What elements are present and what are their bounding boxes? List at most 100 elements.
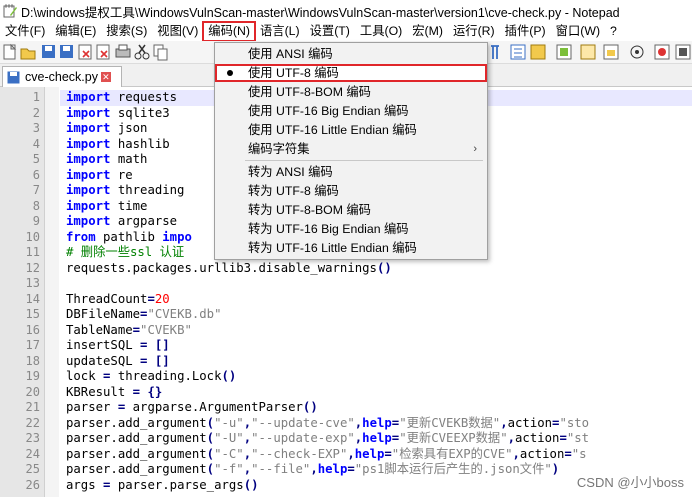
encoding-menu: 使用 ANSI 编码使用 UTF-8 编码使用 UTF-8-BOM 编码 使用 U… bbox=[214, 42, 488, 260]
fold-margin[interactable] bbox=[45, 87, 59, 497]
code-token: parser.add_argument bbox=[66, 431, 207, 445]
code-line[interactable]: TableName="CVEKB" bbox=[66, 323, 192, 339]
code-line[interactable]: # 删除一些ssl 认证 bbox=[66, 245, 184, 261]
menu-item-9[interactable]: 运行(R) bbox=[448, 22, 500, 41]
code-line[interactable]: requests.packages.urllib3.disable_warnin… bbox=[66, 261, 392, 277]
menu-item-12[interactable]: ? bbox=[605, 22, 622, 41]
code-line[interactable]: parser.add_argument("-C","--check-EXP",h… bbox=[66, 447, 587, 463]
encoding-menu-item-10[interactable]: 转为 UTF-16 Little Endian 编码 bbox=[215, 239, 487, 257]
code-token: [] bbox=[154, 338, 170, 352]
code-token: = bbox=[347, 462, 355, 476]
line-number: 9 bbox=[32, 214, 40, 228]
code-token: parser bbox=[66, 400, 118, 414]
encoding-menu-item-label: 转为 UTF-16 Little Endian 编码 bbox=[248, 241, 417, 255]
code-token: , bbox=[500, 415, 508, 430]
code-token: , bbox=[243, 431, 252, 445]
code-token: = bbox=[147, 291, 155, 306]
saved-file-icon bbox=[7, 71, 20, 83]
code-token: "sto bbox=[559, 415, 590, 430]
code-line[interactable]: DBFileName="CVEKB.db" bbox=[66, 307, 222, 323]
watermark: CSDN @小小boss bbox=[576, 475, 684, 490]
encoding-menu-item-8[interactable]: 转为 UTF-8-BOM 编码 bbox=[215, 201, 487, 219]
code-token: , bbox=[243, 462, 252, 476]
code-line[interactable]: import time bbox=[66, 199, 147, 215]
code-token: "-C" bbox=[214, 446, 244, 461]
line-number: 14 bbox=[25, 291, 40, 306]
code-token: "--update-exp" bbox=[251, 431, 355, 445]
encoding-menu-item-label: 编码字符集 bbox=[248, 142, 310, 156]
encoding-menu-item-4[interactable]: 使用 UTF-16 Little Endian 编码 bbox=[215, 121, 487, 139]
encoding-menu-item-1[interactable]: 使用 UTF-8 编码 bbox=[215, 64, 487, 82]
code-token: # 删除一些ssl 认证 bbox=[66, 245, 185, 259]
code-token: parser.add_argument bbox=[66, 462, 207, 476]
code-token: TableName bbox=[66, 322, 133, 337]
code-line[interactable]: import threading bbox=[66, 183, 184, 199]
code-token: impo bbox=[162, 229, 192, 244]
menu-item-8[interactable]: 宏(M) bbox=[407, 22, 448, 41]
encoding-menu-item-0[interactable]: 使用 ANSI 编码 bbox=[215, 45, 487, 63]
encoding-menu-item-3[interactable]: 使用 UTF-16 Big Endian 编码 bbox=[215, 102, 487, 120]
code-line[interactable]: import math bbox=[66, 152, 147, 168]
code-line[interactable]: args = parser.parse_args() bbox=[66, 478, 259, 494]
menu-item-10[interactable]: 插件(P) bbox=[500, 22, 551, 41]
code-line[interactable]: parser.add_argument("-u","--update-cve",… bbox=[66, 416, 589, 432]
menu-item-6[interactable]: 设置(T) bbox=[305, 22, 355, 41]
code-token: action bbox=[515, 431, 560, 445]
code-token: () bbox=[221, 369, 237, 383]
line-number: 12 bbox=[25, 260, 40, 275]
menu-item-11[interactable]: 窗口(W) bbox=[551, 22, 605, 41]
code-line[interactable]: from pathlib impo bbox=[66, 230, 192, 246]
line-number: 15 bbox=[25, 307, 40, 321]
new-file-icon bbox=[3, 43, 17, 60]
encoding-menu-item-7[interactable]: 转为 UTF-8 编码 bbox=[215, 182, 487, 200]
encoding-menu-item-label: 转为 ANSI 编码 bbox=[248, 165, 333, 179]
code-line[interactable]: parser = argparse.ArgumentParser() bbox=[66, 400, 318, 416]
code-line[interactable]: import re bbox=[66, 168, 133, 184]
code-line[interactable]: updateSQL = [] bbox=[66, 354, 170, 370]
menu-item-2[interactable]: 搜索(S) bbox=[101, 22, 152, 41]
code-line[interactable]: import hashlib bbox=[66, 137, 170, 153]
close-all-icon bbox=[96, 44, 110, 60]
tab-cve-check[interactable]: cve-check.py ✕ bbox=[2, 66, 122, 87]
code-line[interactable]: ThreadCount=20 bbox=[66, 292, 170, 308]
code-line[interactable]: insertSQL = [] bbox=[66, 338, 170, 354]
code-line[interactable]: import argparse bbox=[66, 214, 177, 230]
code-token: help bbox=[354, 446, 385, 461]
code-token: "--check-EXP" bbox=[251, 446, 348, 461]
code-token: () bbox=[243, 477, 259, 492]
code-line[interactable]: parser.add_argument("-U","--update-exp",… bbox=[66, 431, 589, 447]
encoding-menu-item-6[interactable]: 转为 ANSI 编码 bbox=[215, 163, 487, 181]
code-token: help bbox=[317, 462, 348, 476]
code-line[interactable]: KBResult = {} bbox=[66, 385, 162, 401]
save-all-icon bbox=[60, 45, 73, 58]
code-token: ( bbox=[206, 415, 215, 430]
menu-item-1[interactable]: 编辑(E) bbox=[50, 22, 101, 41]
code-token: "CVEKB" bbox=[140, 322, 192, 337]
code-line[interactable]: parser.add_argument("-f","--file",help="… bbox=[66, 462, 559, 478]
code-token: ThreadCount bbox=[66, 291, 148, 306]
code-line[interactable]: import sqlite3 bbox=[66, 106, 170, 122]
code-token: ( bbox=[206, 446, 215, 461]
code-token: insertSQL bbox=[66, 338, 141, 352]
encoding-menu-item-9[interactable]: 转为 UTF-16 Big Endian 编码 bbox=[215, 220, 487, 238]
encoding-menu-item-5[interactable]: 编码字符集 › bbox=[215, 140, 487, 158]
folder-workspace-icon bbox=[603, 44, 619, 60]
encoding-menu-item-2[interactable]: 使用 UTF-8-BOM 编码 bbox=[215, 83, 487, 101]
copy-icon bbox=[153, 44, 168, 61]
encoding-menu-item-label: 使用 UTF-8 编码 bbox=[248, 66, 339, 80]
tab-close-icon[interactable]: ✕ bbox=[100, 72, 111, 82]
menu-item-5[interactable]: 语言(L) bbox=[255, 22, 305, 41]
code-token: "-u" bbox=[214, 415, 244, 430]
menu-item-4[interactable]: 编码(N) bbox=[202, 21, 256, 42]
menu-item-3[interactable]: 视图(V) bbox=[152, 22, 203, 41]
line-number: 6 bbox=[32, 167, 40, 182]
code-line[interactable]: lock = threading.Lock() bbox=[66, 369, 236, 385]
monitor-icon bbox=[630, 45, 644, 59]
code-line[interactable]: import json bbox=[66, 121, 147, 137]
menu-item-7[interactable]: 工具(O) bbox=[355, 22, 407, 41]
menu-item-0[interactable]: 文件(F) bbox=[0, 22, 50, 41]
code-token: "ps1脚本运行后产生的.json文件" bbox=[354, 462, 552, 476]
code-token: updateSQL bbox=[66, 353, 141, 368]
line-number: 24 bbox=[25, 446, 40, 461]
code-token: requests.packages.urllib3.disable_warnin… bbox=[66, 260, 377, 275]
